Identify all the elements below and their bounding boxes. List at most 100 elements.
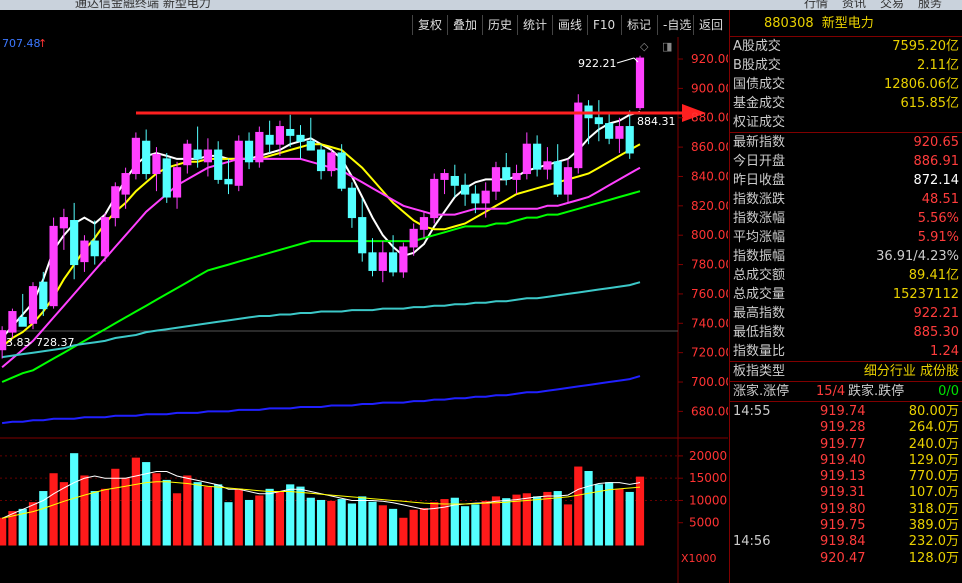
candle-body: [193, 149, 202, 160]
price-tick-label: 760.00: [691, 287, 728, 301]
f10-button[interactable]: F10: [587, 15, 620, 35]
turnover-row: B股成交 2.11亿: [730, 56, 962, 75]
index-stat-value: 89.41亿: [908, 268, 959, 283]
low-price-label-b: 728.37: [36, 336, 75, 349]
high-price-label: 922.21: [578, 57, 617, 70]
candle-body: [39, 281, 48, 310]
volume-bar: [574, 466, 583, 546]
history-button[interactable]: 历史: [482, 15, 517, 35]
index-stat-row: 指数涨跌 48.51: [730, 190, 962, 209]
volume-bar: [388, 508, 398, 546]
candle-body: [461, 184, 470, 195]
volume-bar: [512, 494, 521, 546]
tick-vol: 264.0万: [908, 420, 959, 436]
advance-label: 涨家.涨停: [733, 384, 790, 399]
menu-quotes-button[interactable]: 行情: [804, 0, 828, 10]
panel-toggle-icon[interactable]: ◨: [662, 40, 672, 53]
index-stat-row: 指数涨幅 5.56%: [730, 209, 962, 228]
volume-bar: [0, 517, 7, 546]
statistics-button[interactable]: 统计: [517, 15, 552, 35]
tick-vol: 107.0万: [908, 485, 959, 501]
index-stat-label: 最新指数: [733, 135, 786, 150]
candle-body: [399, 246, 408, 273]
candle-body: [553, 161, 562, 195]
sector-type-label: 板指类型: [733, 364, 786, 379]
candle-body: [100, 217, 110, 257]
candle-body: [409, 228, 418, 248]
candle-body: [533, 143, 542, 170]
volume-bar: [347, 503, 357, 546]
decline-value: 0/0: [938, 384, 959, 399]
index-stat-value: 15237112: [892, 287, 959, 302]
menu-trade-button[interactable]: 交易: [880, 0, 904, 10]
volume-bar: [49, 473, 58, 546]
restore-rights-button[interactable]: 复权: [412, 15, 447, 35]
volume-bar: [409, 509, 418, 546]
tick-vol: 389.0万: [908, 518, 959, 534]
back-button[interactable]: 返回: [693, 15, 728, 35]
remove-watchlist-button[interactable]: -自选: [657, 15, 696, 35]
candle-body: [183, 143, 192, 166]
index-stat-row: 总成交量 15237112: [730, 285, 962, 304]
index-stat-label: 今日开盘: [733, 154, 786, 169]
tick-price: 919.13: [820, 469, 866, 485]
candle-body: [214, 149, 223, 180]
mark-button[interactable]: 标记: [621, 15, 656, 35]
overlay-button[interactable]: 叠加: [447, 15, 482, 35]
low-price-label-a: 3.83: [6, 336, 31, 349]
volume-bar: [553, 491, 562, 546]
candle-body: [70, 220, 79, 266]
candle-body: [358, 217, 367, 254]
volume-bar: [594, 484, 603, 546]
volume-bar: [275, 491, 285, 546]
draw-line-button[interactable]: 画线: [552, 15, 587, 35]
index-stat-value: 922.21: [913, 306, 960, 321]
candle-body: [481, 190, 490, 204]
volume-bar: [100, 488, 110, 546]
volume-bar: [80, 475, 89, 546]
quote-panel: 880308 新型电力 A股成交 7595.20亿 B股成交 2.11亿 国债成交 128…: [729, 10, 962, 583]
tick-row: 920.47 128.0万: [730, 551, 962, 567]
tick-row: 919.77 240.0万: [730, 437, 962, 453]
index-stat-label: 总成交额: [733, 268, 786, 283]
tick-price: 920.47: [820, 550, 866, 566]
top-left-value-label: 707.48: [2, 37, 41, 50]
menu-news-button[interactable]: 资讯: [842, 0, 866, 10]
diamond-icon[interactable]: ◇: [640, 40, 649, 53]
index-stat-row: 最新指数 920.65: [730, 133, 962, 152]
price-tick-label: 900.00: [691, 81, 728, 95]
window-titlebar: 通达信金融终端 新型电力 行情 资讯 交易 服务: [0, 0, 962, 10]
ma120-line: [1, 375, 641, 425]
volume-bar: [255, 495, 264, 546]
candle-body: [275, 126, 285, 145]
volume-bar: [296, 486, 305, 546]
window-title: 通达信金融终端 新型电力: [75, 0, 211, 10]
index-stat-row: 最低指数 885.30: [730, 323, 962, 342]
volume-bar: [419, 507, 429, 546]
kline-chart[interactable]: 920.00 900.00 880.00 860.00 840.00 820.00 800.…: [0, 37, 728, 583]
index-stat-row: 总成交额 89.41亿: [730, 266, 962, 285]
candle-body: [450, 175, 459, 186]
tick-list[interactable]: 14:55 919.74 80.00万 919.28 264.0万 919.77 240.0…: [730, 402, 962, 567]
volume-bar: [378, 505, 387, 546]
candle-body: [172, 167, 182, 198]
turnover-label: B股成交: [733, 58, 781, 73]
tick-row: 919.40 129.0万: [730, 453, 962, 469]
chart-toolbar: 复权 叠加 历史 统计 画线 F10 标记 -自选 返回: [0, 10, 728, 37]
tick-vol: 128.0万: [908, 550, 959, 566]
index-stat-value: 886.91: [913, 154, 960, 169]
menu-service-button[interactable]: 服务: [918, 0, 942, 10]
index-stat-value: 5.91%: [917, 230, 959, 245]
tick-row: 919.75 389.0万: [730, 518, 962, 534]
turnover-value: 2.11亿: [917, 58, 959, 73]
sector-type-value[interactable]: 细分行业 成份股: [864, 362, 959, 381]
candle-body: [28, 286, 38, 324]
index-stat-label: 指数涨幅: [733, 211, 786, 226]
tick-row: 14:55 919.74 80.00万: [730, 404, 962, 420]
tick-vol: 232.0万: [908, 534, 959, 550]
turnover-value: 12806.06亿: [883, 77, 959, 92]
volume-bar: [286, 484, 295, 546]
volume-bar: [584, 471, 593, 546]
decline-label: 跌家.跌停: [848, 384, 905, 399]
index-stat-value: 36.91/4.23%: [876, 249, 959, 264]
